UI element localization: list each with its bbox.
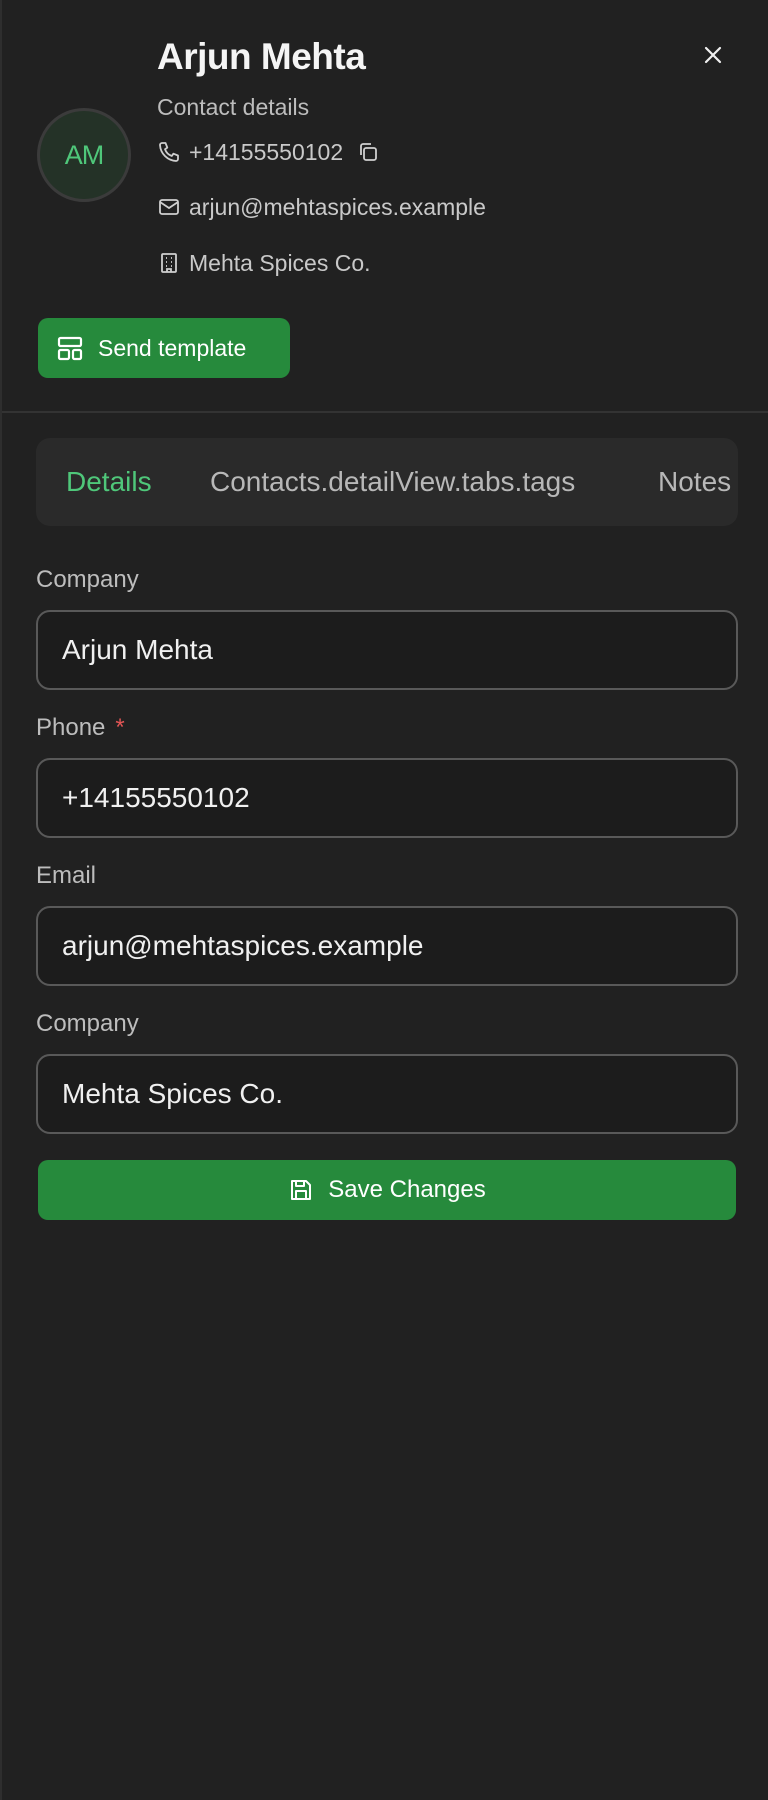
contact-company: Mehta Spices Co. (189, 249, 371, 276)
copy-phone-button[interactable] (357, 141, 379, 163)
copy-icon (360, 143, 378, 161)
contact-header: AM Arjun Mehta Contact details +14155550… (2, 0, 768, 412)
contact-detail-panel: AM Arjun Mehta Contact details +14155550… (0, 0, 768, 1800)
save-icon (291, 1180, 312, 1200)
close-icon (704, 46, 722, 64)
phone-input[interactable] (36, 758, 738, 838)
phone-field-label-text: Phone (36, 714, 106, 741)
avatar: AM (37, 108, 131, 202)
send-template-button[interactable]: Send template (38, 318, 290, 378)
contact-name: Arjun Mehta (157, 36, 366, 77)
company-row: Mehta Spices Co. (157, 248, 371, 278)
phone-field-label: Phone * (36, 714, 125, 742)
tab-details[interactable]: Details (66, 438, 152, 526)
email-field-label-text: Email (36, 862, 97, 889)
email-row: arjun@mehtaspices.example (157, 192, 486, 222)
name-field-label: Company (36, 566, 139, 594)
layout-template-icon (57, 336, 83, 361)
building-icon (161, 253, 177, 273)
name-input[interactable] (36, 610, 738, 690)
name-field-label-text: Company (36, 566, 139, 593)
header-divider (2, 411, 768, 413)
contact-phone: +14155550102 (189, 138, 344, 165)
phone-icon (159, 142, 179, 162)
mail-icon (159, 199, 179, 215)
required-marker: * (115, 714, 125, 741)
company-field-label: Company (36, 1010, 139, 1038)
phone-row: +14155550102 (157, 137, 379, 167)
company-input[interactable] (36, 1054, 738, 1134)
company-field-label-text: Company (36, 1010, 139, 1037)
email-input[interactable] (36, 906, 738, 986)
email-field-label: Email (36, 862, 96, 890)
save-changes-label: Save Changes (328, 1176, 486, 1203)
tab-tags[interactable]: Contacts.detailView.tabs.tags (210, 438, 575, 526)
close-button[interactable] (698, 40, 728, 70)
avatar-initials: AM (64, 139, 104, 170)
send-template-label: Send template (98, 334, 247, 361)
save-changes-button[interactable]: Save Changes (38, 1160, 736, 1220)
detail-tabs: Details Contacts.detailView.tabs.tags No… (36, 438, 738, 526)
contact-subtitle: Contact details (157, 94, 310, 120)
tab-notes[interactable]: Notes (658, 438, 731, 526)
contact-email: arjun@mehtaspices.example (189, 193, 486, 220)
